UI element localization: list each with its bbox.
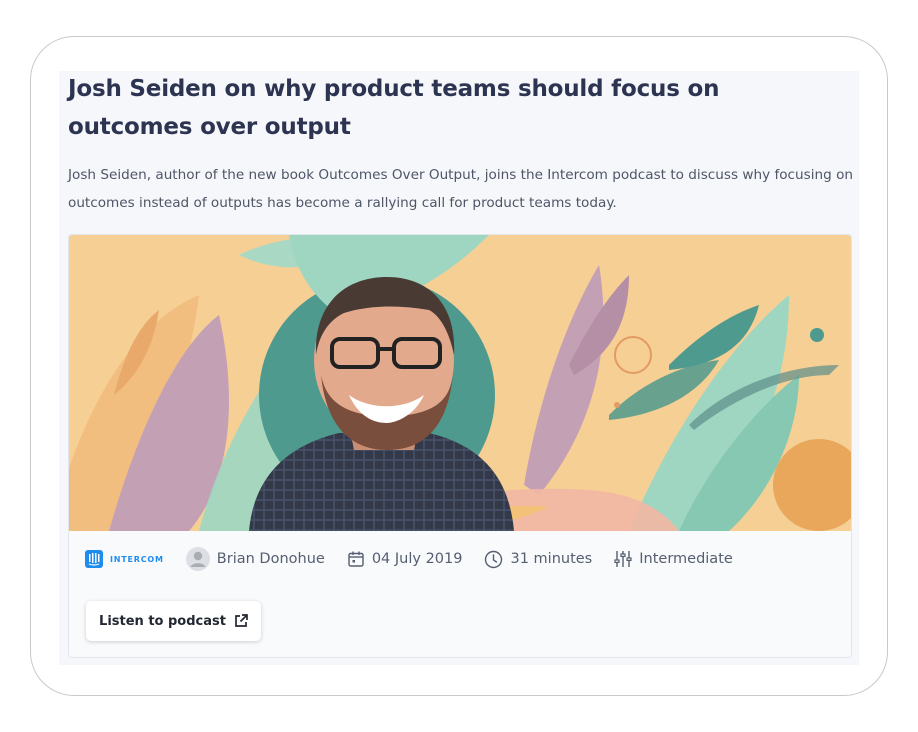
date-text: 04 July 2019 bbox=[371, 551, 463, 567]
level-text: Intermediate bbox=[639, 551, 733, 567]
brand-name: INTERCOM bbox=[110, 554, 164, 564]
hero-illustration bbox=[69, 235, 851, 531]
listen-to-podcast-button[interactable]: Listen to podcast bbox=[86, 601, 261, 641]
sliders-icon bbox=[614, 551, 632, 567]
external-link-icon bbox=[235, 614, 248, 627]
article-description: Josh Seiden, author of the new book Outc… bbox=[68, 167, 854, 211]
duration-text: 31 minutes bbox=[510, 551, 593, 567]
level: Intermediate bbox=[614, 550, 733, 568]
clock-icon bbox=[485, 550, 503, 568]
brand-badge: INTERCOM bbox=[85, 550, 164, 568]
publish-date: 04 July 2019 bbox=[347, 550, 463, 568]
user-avatar-icon bbox=[185, 547, 210, 571]
intercom-logo-icon bbox=[85, 550, 103, 568]
author: Brian Donohue bbox=[185, 547, 325, 571]
duration: 31 minutes bbox=[484, 550, 592, 569]
calendar-icon bbox=[348, 551, 364, 567]
podcast-meta: INTERCOM Brian Donohue 04 July 2019 31 m… bbox=[85, 547, 755, 571]
listen-button-label: Listen to podcast bbox=[99, 613, 226, 629]
article-title: Josh Seiden on why product teams should … bbox=[68, 76, 720, 140]
podcast-card: INTERCOM Brian Donohue 04 July 2019 31 m… bbox=[68, 234, 852, 658]
author-name: Brian Donohue bbox=[216, 551, 325, 567]
